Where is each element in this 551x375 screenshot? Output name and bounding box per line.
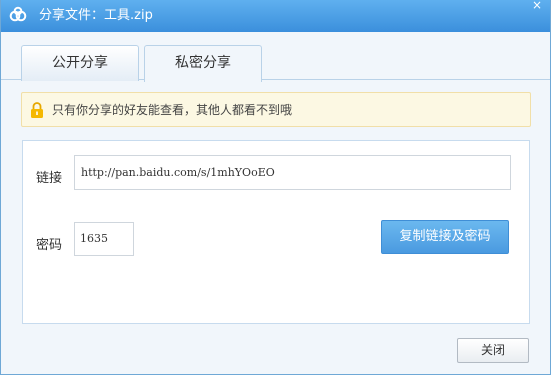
share-link-field[interactable]: http://pan.baidu.com/s/1mhYOoEO	[74, 155, 511, 190]
tab-public-share[interactable]: 公开分享	[21, 45, 139, 81]
close-button[interactable]: 关闭	[457, 338, 529, 363]
share-dialog: 分享文件：工具.zip × 公开分享 私密分享 只有你分享的好友能查看，其他人都…	[0, 0, 551, 375]
copy-link-and-password-button[interactable]: 复制链接及密码	[381, 220, 509, 254]
password-label: 密码	[36, 238, 63, 253]
tab-private-share[interactable]: 私密分享	[144, 45, 262, 82]
tab-bar: 公开分享 私密分享	[1, 32, 550, 82]
privacy-notice: 只有你分享的好友能查看，其他人都看不到哦	[21, 92, 531, 127]
baidu-cloud-logo-icon	[9, 6, 27, 22]
close-icon[interactable]: ×	[530, 0, 544, 12]
lock-icon	[31, 102, 43, 118]
dialog-body: 公开分享 私密分享 只有你分享的好友能查看，其他人都看不到哦 链接 http:/…	[1, 32, 550, 374]
notice-text: 只有你分享的好友能查看，其他人都看不到哦	[52, 103, 293, 117]
title-bar[interactable]: 分享文件：工具.zip ×	[1, 0, 550, 32]
link-label: 链接	[36, 171, 63, 186]
share-info-panel: 链接 http://pan.baidu.com/s/1mhYOoEO 密码 16…	[22, 140, 530, 324]
password-field[interactable]: 1635	[74, 222, 134, 256]
window-title: 分享文件：工具.zip	[39, 8, 153, 23]
